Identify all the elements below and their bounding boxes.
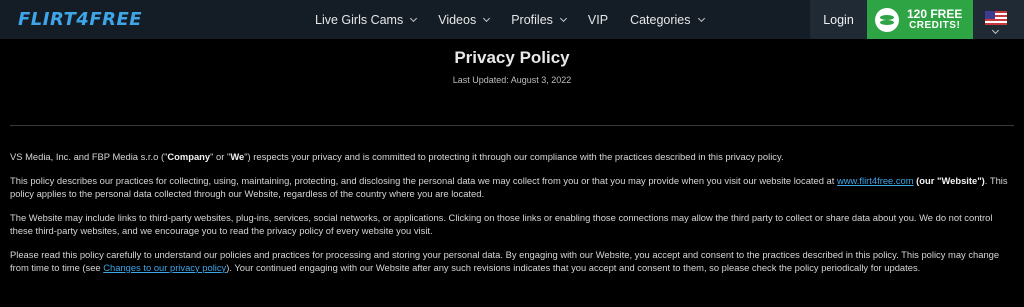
chevron-down-icon [559,14,567,22]
nav-profiles[interactable]: Profiles [511,12,567,27]
paragraph-scope: This policy describes our practices for … [10,174,1008,199]
free-credits-button[interactable]: 120 FREE CREDITS! [867,0,973,39]
login-button[interactable]: Login [810,0,867,39]
credits-line2: CREDITS! [909,19,961,31]
changes-policy-link[interactable]: Changes to our privacy policy [103,262,226,273]
credits-line1: 120 FREE [907,6,963,21]
chevron-down-icon [697,14,705,22]
last-updated: Last Updated: August 3, 2022 [452,75,572,85]
nav-label: VIP [587,12,609,27]
main-nav: Live Girls Cams Videos Profiles VIP Cate… [315,0,726,39]
paragraph-intro: VS Media, Inc. and FBP Media s.r.o ("Com… [10,151,784,162]
nav-categories[interactable]: Categories [630,12,705,27]
paragraph-consent: Please read this policy carefully to und… [10,248,1000,273]
chevron-down-icon [483,14,491,22]
nav-label: Live Girls Cams [315,12,404,27]
nav-label: Profiles [511,12,553,27]
coins-icon [875,7,899,32]
nav-label: Categories [630,12,691,27]
paragraph-third-party: The Website may include links to third-p… [10,211,993,236]
nav-label: Videos [438,12,477,27]
divider [10,125,1014,126]
credits-label: 120 FREE CREDITS! [907,8,962,32]
nav-videos[interactable]: Videos [438,12,491,27]
nav-vip[interactable]: VIP [588,13,608,27]
chevron-down-icon [991,26,1000,35]
site-logo[interactable]: FLIRT4FREE [18,9,142,30]
chevron-down-icon [410,14,418,22]
us-flag-icon [985,11,1007,25]
language-selector[interactable] [973,0,1024,39]
top-header: FLIRT4FREE Live Girls Cams Videos Profil… [0,0,1024,39]
website-link[interactable]: www.flirt4free.com [837,175,914,186]
policy-body: VS Media, Inc. and FBP Media s.r.o ("Com… [10,150,1015,284]
nav-live-girls-cams[interactable]: Live Girls Cams [315,12,418,27]
page-title: Privacy Policy [454,48,570,67]
